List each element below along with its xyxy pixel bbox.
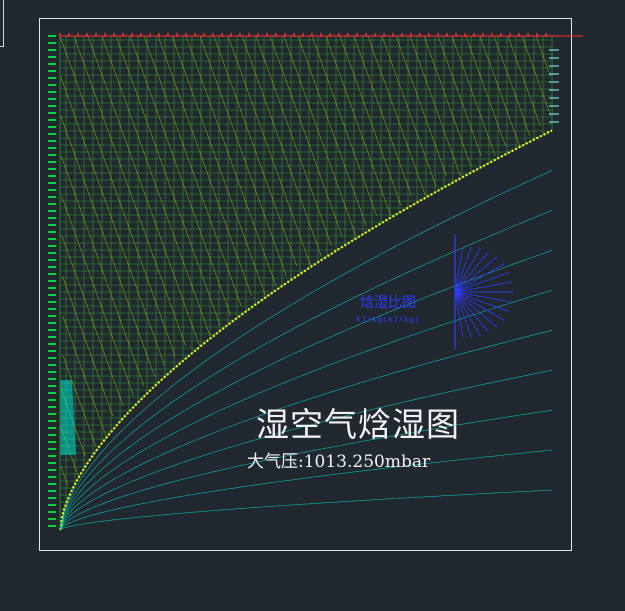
enthalpy-line [269, 35, 343, 237]
enthalpy-line [227, 35, 312, 267]
enthalpy-line [423, 35, 472, 167]
psychrometric-chart [48, 33, 583, 531]
chart-title: 湿空气焓湿图 [256, 405, 460, 444]
rh-dense-region [60, 380, 76, 455]
enthalpy-line [311, 35, 378, 217]
enthalpy-line [339, 35, 402, 207]
cad-canvas[interactable]: 湿空气焓湿图 大气压:1013.250mbar 焓湿比图 kJ/kg(kJ/kg… [0, 0, 625, 611]
enthalpy-line [507, 35, 541, 127]
enthalpy-line [60, 75, 166, 367]
protractor-unit: kJ/kg(kJ/kg) [356, 315, 420, 324]
enthalpy-line [115, 35, 221, 327]
pressure-label: 大气压:1013.250mbar [247, 452, 431, 472]
enthalpy-line [493, 35, 531, 137]
protractor-title: 焓湿比图 [360, 295, 416, 311]
enthalpy-line [353, 35, 412, 197]
rh-curve [59, 210, 553, 531]
enthalpy-line [213, 35, 298, 267]
enthalpy-line [199, 35, 287, 277]
enthalpy-line [395, 35, 447, 177]
rh-curve [59, 170, 553, 531]
enthalpy-line [73, 35, 186, 347]
enthalpy-line [241, 35, 322, 257]
rh-curve [59, 489, 553, 531]
protractor-layer [454, 234, 513, 350]
enthalpy-line [521, 35, 552, 117]
enthalpy-line [61, 195, 134, 397]
enthalpy-line [185, 35, 277, 287]
enthalpy-line [60, 465, 69, 487]
enthalpy-line [143, 35, 242, 307]
enthalpy-line [255, 35, 332, 247]
enthalpy-line [129, 35, 232, 317]
enthalpy-line [59, 35, 176, 357]
